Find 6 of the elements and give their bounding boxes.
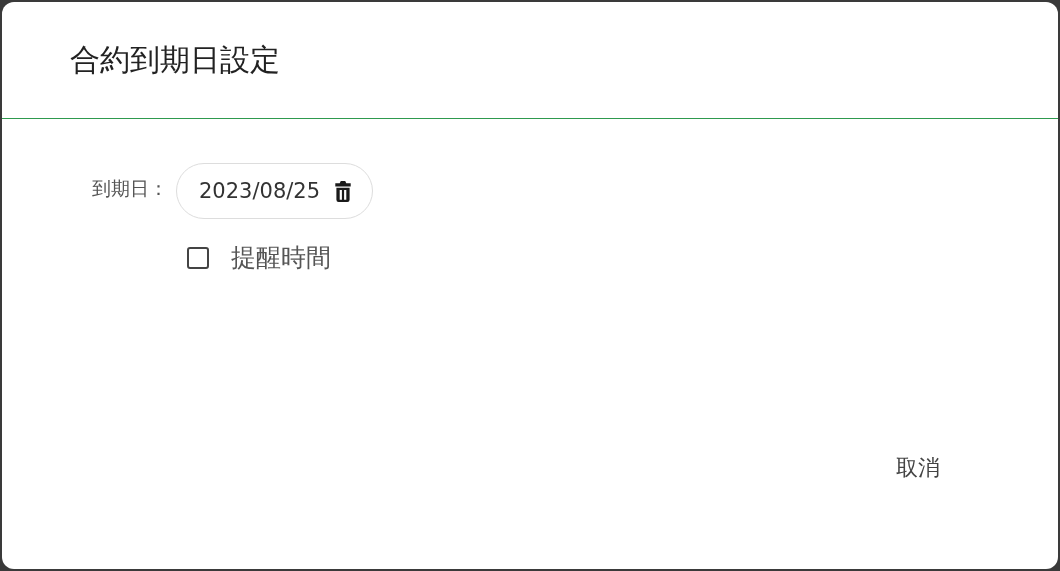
checkbox[interactable] (187, 246, 209, 269)
due-date-label: 到期日： (92, 176, 168, 201)
dialog-title: 合約到期日設定 (70, 40, 280, 79)
reminder-checkbox[interactable]: 提醒時間 (187, 241, 1058, 274)
trash-icon[interactable] (334, 180, 353, 202)
cancel-button[interactable]: 取消 (888, 447, 948, 489)
